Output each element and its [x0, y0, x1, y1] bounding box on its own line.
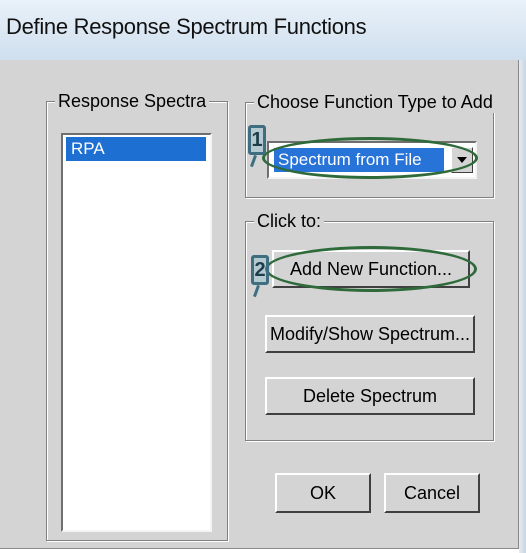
list-item-rpa[interactable]: RPA	[66, 137, 206, 161]
response-spectra-list[interactable]: RPA	[61, 133, 212, 532]
cancel-button[interactable]: Cancel	[384, 473, 480, 513]
ok-button[interactable]: OK	[275, 473, 371, 513]
function-type-selected: Spectrum from File	[274, 148, 444, 172]
window-frame-edge	[519, 60, 526, 553]
add-new-function-button[interactable]: Add New Function...	[272, 250, 470, 288]
chevron-down-icon[interactable]	[451, 147, 473, 173]
modify-show-spectrum-button[interactable]: Modify/Show Spectrum...	[265, 315, 475, 353]
function-type-legend: Choose Function Type to Add	[254, 91, 496, 113]
response-spectra-legend: Response Spectra	[55, 90, 210, 112]
window-title: Define Response Spectrum Functions	[6, 14, 367, 39]
delete-spectrum-button[interactable]: Delete Spectrum	[265, 377, 475, 415]
step-marker-2: 2	[251, 255, 269, 285]
title-bar: Define Response Spectrum Functions	[0, 0, 526, 60]
function-type-dropdown[interactable]: Spectrum from File	[267, 141, 477, 179]
click-to-legend: Click to:	[254, 210, 325, 232]
step-marker-1: 1	[248, 125, 266, 155]
